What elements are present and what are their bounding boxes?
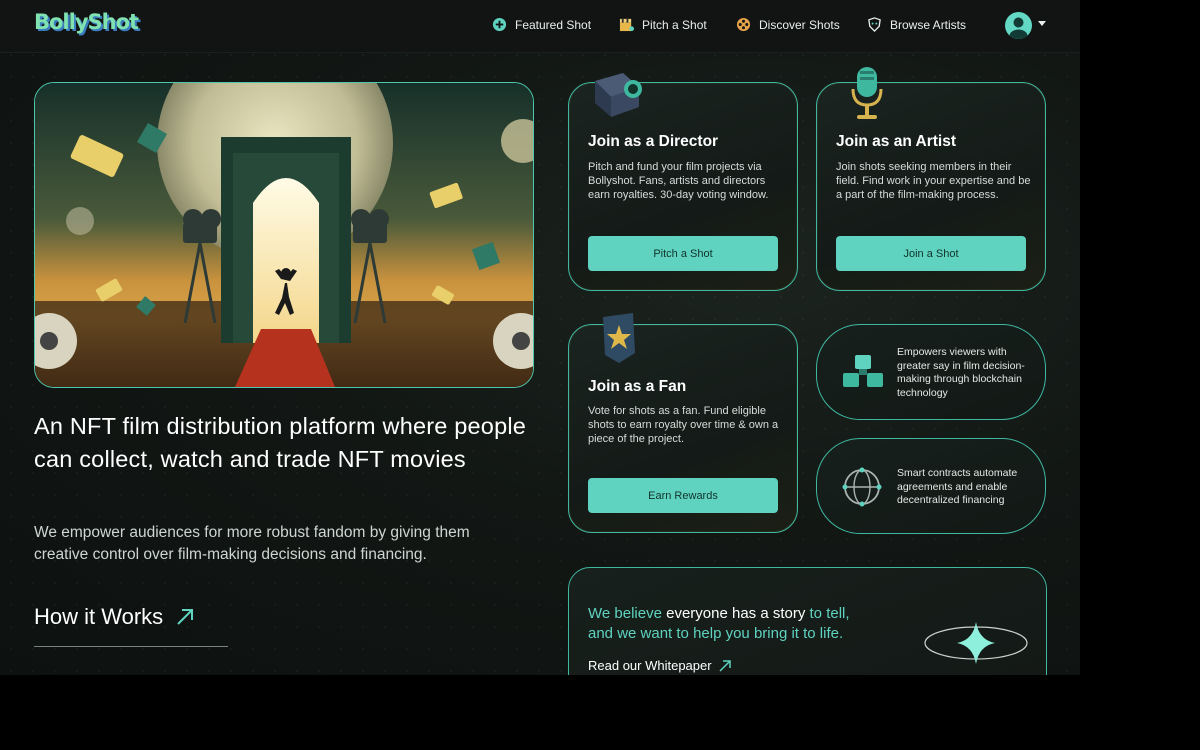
bollyshot-logo[interactable]: BollyShot bbox=[34, 10, 139, 34]
whitepaper-label: Read our Whitepaper bbox=[588, 658, 712, 673]
how-it-works-label: How it Works bbox=[34, 604, 164, 629]
nav-label: Featured Shot bbox=[515, 17, 592, 32]
user-avatar-icon[interactable] bbox=[1005, 12, 1032, 39]
pitch-a-shot-button[interactable]: Pitch a Shot bbox=[588, 236, 778, 271]
nav-label: Pitch a Shot bbox=[642, 17, 707, 32]
globe-network-icon bbox=[842, 467, 882, 507]
nav-pitch-a-shot[interactable]: Pitch a Shot bbox=[619, 17, 707, 32]
nav-featured-shot[interactable]: Featured Shot bbox=[492, 17, 591, 32]
card-title: Join as an Artist bbox=[836, 133, 957, 150]
belief-highlight: and we want to help you bring it to life… bbox=[588, 625, 844, 642]
hero-illustration bbox=[34, 82, 534, 388]
feature-text: Empowers viewers with greater say in fil… bbox=[897, 346, 1025, 399]
divider bbox=[34, 646, 228, 647]
feature-text: Smart contracts automate agreements and … bbox=[897, 467, 1018, 506]
read-whitepaper-link[interactable]: Read our Whitepaper bbox=[588, 658, 731, 673]
belief-highlight: to tell, bbox=[809, 605, 850, 622]
hero-headline: An NFT film distribution platform where … bbox=[34, 413, 527, 472]
sparkle-icon bbox=[924, 622, 1028, 664]
hero-subtext: We empower audiences for more robust fan… bbox=[34, 524, 470, 563]
card-title: Join as a Fan bbox=[588, 378, 687, 395]
feature-pill-smart-contracts: Smart contracts automate agreements and … bbox=[816, 438, 1046, 534]
chevron-down-icon[interactable] bbox=[1038, 21, 1046, 26]
star-badge-icon bbox=[603, 313, 635, 363]
earn-rewards-button[interactable]: Earn Rewards bbox=[588, 478, 778, 513]
how-it-works-link[interactable]: How it Works bbox=[34, 604, 195, 630]
nav-label: Discover Shots bbox=[759, 17, 840, 32]
plus-circle-icon bbox=[492, 17, 507, 32]
top-navbar: BollyShot Featured Shot Pitch a Shot Dis… bbox=[0, 0, 1080, 53]
belief-banner: We believe everyone has a story to tell,… bbox=[568, 567, 1047, 675]
nav-discover-shots[interactable]: Discover Shots bbox=[736, 17, 840, 32]
feature-pill-blockchain: Empowers viewers with greater say in fil… bbox=[816, 324, 1046, 420]
artist-card: Join as an Artist Join shots seeking mem… bbox=[816, 67, 1046, 291]
blocks-icon bbox=[843, 355, 883, 387]
nav-browse-artists[interactable]: Browse Artists bbox=[867, 17, 966, 32]
microphone-icon bbox=[851, 67, 883, 119]
camera-cube-icon bbox=[595, 73, 642, 117]
film-reel-icon bbox=[736, 17, 751, 32]
app-window: BollyShot Featured Shot Pitch a Shot Dis… bbox=[0, 0, 1080, 675]
join-a-shot-button[interactable]: Join a Shot bbox=[836, 236, 1026, 271]
belief-text-plain: everyone has a story bbox=[661, 605, 810, 622]
arrow-up-right-icon bbox=[719, 659, 731, 672]
card-description: Pitch and fund your film projects via Bo… bbox=[588, 161, 769, 201]
fan-card: Join as a Fan Vote for shots as a fan. F… bbox=[568, 313, 798, 533]
card-title: Join as a Director bbox=[588, 133, 719, 150]
nav-label: Browse Artists bbox=[890, 17, 967, 32]
director-card: Join as a Director Pitch and fund your f… bbox=[568, 73, 798, 291]
card-description: Join shots seeking members in their fiel… bbox=[836, 161, 1031, 201]
mask-shield-icon bbox=[868, 17, 881, 32]
arrow-up-right-icon bbox=[177, 609, 194, 625]
clapperboard-icon bbox=[619, 18, 634, 32]
card-description: Vote for shots as a fan. Fund eligible s… bbox=[588, 405, 779, 445]
belief-statement: We believe everyone has a story to tell,… bbox=[588, 604, 918, 644]
belief-highlight: We believe bbox=[588, 605, 662, 622]
